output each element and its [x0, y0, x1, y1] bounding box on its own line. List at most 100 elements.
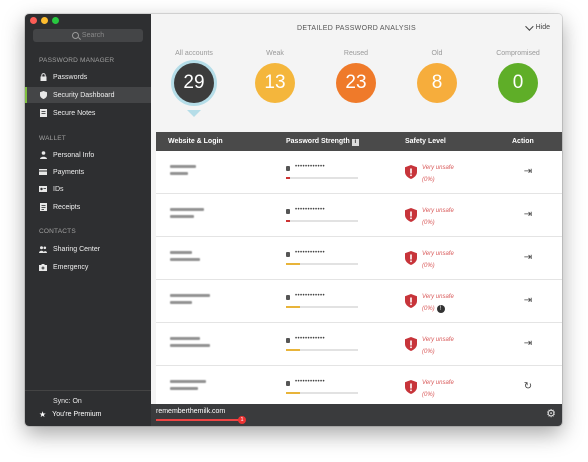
- table-row[interactable]: •••••••••••• Very unsafe (0%) ⇥: [156, 237, 562, 280]
- emergency-icon: [39, 263, 47, 271]
- stat-label: Compromised: [496, 50, 540, 57]
- table-row[interactable]: •••••••••••• Very unsafe (0%) ↻: [156, 366, 562, 409]
- stat-label: All accounts: [175, 50, 213, 57]
- safety-percent: (0%): [422, 174, 454, 186]
- alert-icon[interactable]: !: [436, 305, 445, 313]
- lock-icon: [286, 338, 290, 343]
- sidebar-item-label: Security Dashboard: [53, 91, 115, 99]
- site-login-redacted: [170, 165, 196, 179]
- safety-percent-value: (0%): [422, 177, 435, 183]
- table-row[interactable]: •••••••••••• Very unsafe (0%)! ⇥: [156, 280, 562, 323]
- password-masked: ••••••••••••: [295, 250, 326, 256]
- lock-icon: [39, 73, 47, 81]
- login-icon[interactable]: ⇥: [522, 166, 534, 178]
- sidebar-item-security-dashboard[interactable]: Security Dashboard: [25, 87, 151, 103]
- table-row[interactable]: •••••••••••• Very unsafe (0%) ⇥: [156, 194, 562, 237]
- stat-circle: 23: [336, 63, 376, 103]
- login-icon[interactable]: ⇥: [522, 338, 534, 350]
- safety-percent: (0%): [422, 389, 454, 401]
- safety-label: Very unsafe: [422, 380, 454, 386]
- lock-icon: [286, 295, 290, 300]
- current-site[interactable]: rememberthemilk.com: [156, 408, 225, 415]
- stat-label: Weak: [266, 50, 284, 57]
- stat-weak[interactable]: Weak 13: [240, 50, 310, 103]
- sidebar-item-sharing-center[interactable]: Sharing Center: [25, 241, 151, 257]
- shield-icon: [405, 251, 417, 265]
- safety-level: Very unsafe (0%)!: [422, 291, 454, 315]
- shield-icon: [405, 380, 417, 394]
- zoom-window-button[interactable]: [52, 17, 59, 24]
- sidebar-item-label: Receipts: [53, 203, 81, 211]
- selected-pointer: [187, 110, 201, 117]
- safety-level: Very unsafe (0%): [422, 205, 454, 229]
- shield-icon: [405, 208, 417, 222]
- stat-all-accounts[interactable]: All accounts 29: [159, 50, 229, 117]
- section-contacts: CONTACTS: [39, 228, 76, 235]
- sidebar-item-label: Personal Info: [53, 151, 95, 159]
- strength-fill: [286, 263, 301, 265]
- shield-icon: [405, 294, 417, 308]
- shield-icon: [405, 337, 417, 351]
- sidebar-item-emergency[interactable]: Emergency: [25, 259, 151, 275]
- search-input[interactable]: Search: [33, 29, 143, 42]
- strength-fill: [286, 177, 290, 179]
- close-window-button[interactable]: [30, 17, 37, 24]
- sync-status[interactable]: Sync: On: [53, 398, 82, 405]
- stat-label: Reused: [343, 50, 369, 57]
- stat-old[interactable]: Old 8: [402, 50, 472, 103]
- page-title: DETAILED PASSWORD ANALYSIS: [296, 25, 417, 32]
- stat-reused[interactable]: Reused 23: [321, 50, 391, 103]
- id-icon: [39, 185, 47, 193]
- sidebar-footer: Sync: On ★ You're Premium: [25, 390, 151, 426]
- notification-badge[interactable]: 1: [238, 416, 246, 424]
- sidebar-item-ids[interactable]: IDs: [25, 181, 151, 197]
- info-icon[interactable]: i: [351, 139, 359, 146]
- lock-icon: [286, 381, 290, 386]
- sidebar-item-receipts[interactable]: Receipts: [25, 199, 151, 215]
- col-strength[interactable]: Password Strength i: [286, 138, 359, 146]
- chevron-down-icon: [524, 21, 534, 31]
- search-icon: [71, 32, 79, 39]
- sidebar-item-label: Sharing Center: [53, 245, 101, 253]
- safety-label: Very unsafe: [422, 294, 454, 300]
- search-placeholder: Search: [81, 32, 105, 39]
- table-row[interactable]: •••••••••••• Very unsafe (0%) ⇥: [156, 323, 562, 366]
- premium-label: You're Premium: [52, 411, 102, 418]
- shield-icon: [39, 91, 47, 99]
- login-icon[interactable]: ⇥: [522, 252, 534, 264]
- gear-icon[interactable]: ⚙: [546, 409, 556, 420]
- login-icon[interactable]: ⇥: [522, 295, 534, 307]
- site-login-redacted: [170, 208, 204, 222]
- premium-status[interactable]: ★ You're Premium: [39, 410, 102, 419]
- stat-circle: 8: [417, 63, 457, 103]
- shield-icon: [405, 165, 417, 179]
- sidebar-item-personal-info[interactable]: Personal Info: [25, 147, 151, 163]
- table-header: Website & Login Password Strength i Safet…: [156, 132, 562, 151]
- hide-label: Hide: [535, 24, 550, 31]
- safety-percent-value: (0%): [422, 263, 435, 269]
- sidebar-item-passwords[interactable]: Passwords: [25, 69, 151, 85]
- stat-compromised[interactable]: Compromised 0: [483, 50, 553, 103]
- login-icon[interactable]: ⇥: [522, 209, 534, 221]
- stat-circle: 13: [255, 63, 295, 103]
- safety-label: Very unsafe: [422, 208, 454, 214]
- status-bar: rememberthemilk.com 1 ⚙: [151, 404, 562, 426]
- table-row[interactable]: •••••••••••• Very unsafe (0%) ⇥: [156, 151, 562, 194]
- safety-label: Very unsafe: [422, 337, 454, 343]
- sidebar-item-payments[interactable]: Payments: [25, 164, 151, 180]
- strength-meter: [286, 349, 358, 351]
- refresh-icon[interactable]: ↻: [522, 381, 534, 393]
- safety-percent-value: (0%): [422, 392, 435, 398]
- hide-button[interactable]: Hide: [524, 21, 550, 31]
- col-site[interactable]: Website & Login: [168, 138, 223, 145]
- strength-meter: [286, 392, 358, 394]
- site-login-redacted: [170, 380, 206, 394]
- sidebar-item-label: IDs: [53, 185, 64, 193]
- sidebar: Search PASSWORD MANAGER Passwords Securi…: [25, 14, 151, 426]
- sidebar-item-secure-notes[interactable]: Secure Notes: [25, 105, 151, 121]
- safety-percent: (0%)!: [422, 303, 454, 315]
- col-safety[interactable]: Safety Level: [405, 138, 446, 145]
- person-icon: [39, 151, 47, 159]
- safety-level: Very unsafe (0%): [422, 162, 454, 186]
- minimize-window-button[interactable]: [41, 17, 48, 24]
